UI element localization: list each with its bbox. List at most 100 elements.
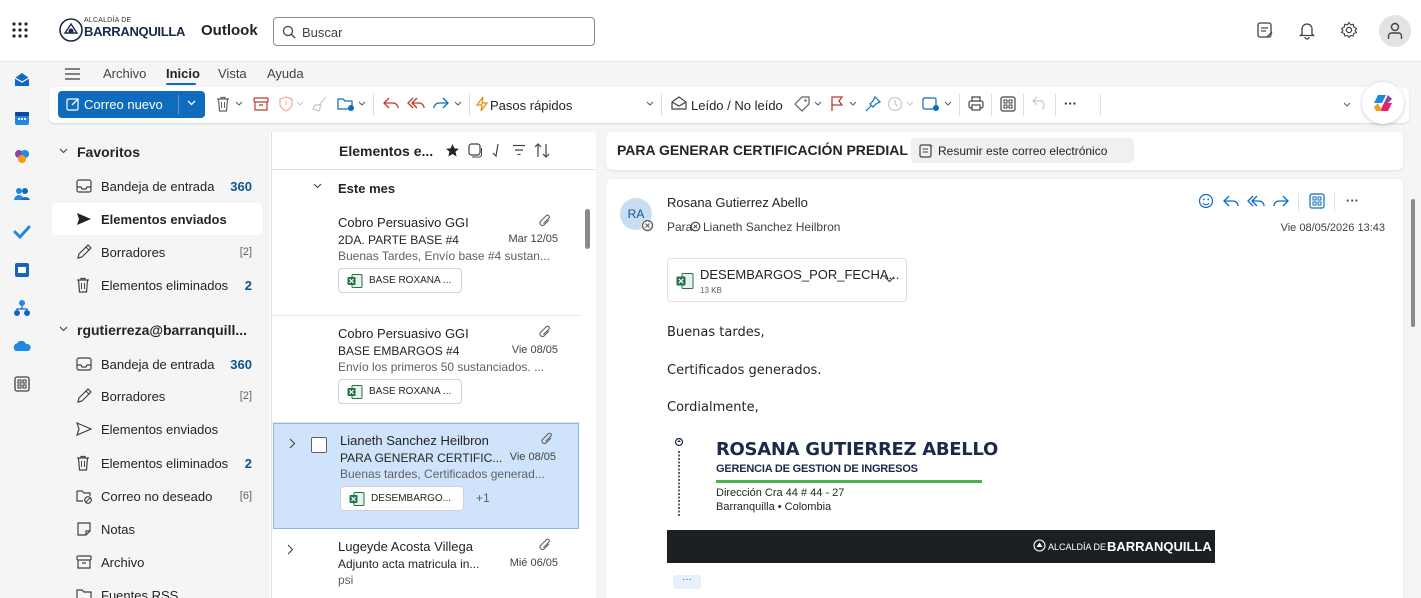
reading-scrollbar-thumb[interactable] [1411,199,1415,327]
folder-favorites-inbox[interactable]: Bandeja de entrada 360 [52,170,262,202]
message-subject: PARA GENERAR CERTIFIC... [340,451,503,465]
menu-archivo[interactable]: Archivo [103,66,146,81]
folder-notes[interactable]: Notas [52,513,262,545]
rules-icon[interactable] [922,96,940,112]
chevron-down-icon[interactable] [187,100,196,106]
search-box[interactable] [273,17,595,46]
bell-icon[interactable] [1297,20,1317,40]
settings-gear-icon[interactable] [1339,20,1359,40]
show-trimmed-button[interactable]: ··· [673,575,701,589]
word-app-icon[interactable] [12,260,32,280]
filter-icon[interactable] [512,144,526,156]
more-attachments-count[interactable]: +1 [476,491,490,505]
hamburger-icon[interactable] [65,68,80,80]
chevron-down-icon[interactable] [884,276,895,283]
new-mail-button[interactable]: Correo nuevo [58,91,205,118]
chevron-down-icon[interactable] [944,101,952,107]
reply-all-icon[interactable] [407,96,425,110]
chevron-down-icon[interactable] [1343,102,1351,108]
folder-deleted[interactable]: Elementos eliminados 2 [52,447,262,479]
attachment-chip[interactable]: BASE ROXANA ... [338,268,462,293]
app-name[interactable]: Outlook [201,22,258,39]
attachment-chip[interactable]: DESEMBARGO... [340,486,464,511]
folder-favorites-sent[interactable]: Elementos enviados [52,203,262,235]
menu-inicio[interactable]: Inicio [166,66,200,81]
archive-icon[interactable] [253,96,269,112]
reply-all-icon[interactable] [1247,194,1265,208]
chevron-down-icon[interactable] [814,101,822,107]
search-input[interactable] [302,22,582,42]
folder-drafts[interactable]: Borradores [2] [52,380,262,412]
chevron-right-icon[interactable] [287,544,294,555]
emoji-react-icon[interactable] [1198,193,1214,209]
summarize-button[interactable]: Resumir este correo electrónico [911,138,1134,163]
select-mode-icon[interactable] [468,143,482,158]
onedrive-app-icon[interactable] [12,336,32,356]
message-checkbox[interactable] [311,437,327,453]
message-item[interactable]: Lugeyde Acosta Villega Adjunto acta matr… [272,530,580,598]
attachment-chip[interactable]: BASE ROXANA ... [338,379,462,404]
delete-icon[interactable] [216,96,230,112]
calendar-app-icon[interactable] [12,108,32,128]
message-item[interactable]: Cobro Persuasivo GGI 2DA. PARTE BASE #4 … [272,206,580,316]
quick-steps-button[interactable]: Pasos rápidos [490,98,572,113]
folder-inbox[interactable]: Bandeja de entrada 360 [52,348,262,380]
org-app-icon[interactable] [12,298,32,318]
pin-icon[interactable] [865,96,881,112]
folder-favorites-drafts[interactable]: Borradores [2] [52,236,262,268]
chevron-down-icon[interactable] [454,101,462,107]
more-options-button[interactable]: ··· [1064,96,1077,111]
chevron-down-icon[interactable] [646,101,654,107]
lightning-icon[interactable] [476,96,488,112]
folder-sent[interactable]: Elementos enviados [52,413,262,445]
folder-archive[interactable]: Archivo [52,546,262,578]
menu-ayuda[interactable]: Ayuda [267,66,304,81]
apps-icon[interactable] [1309,193,1325,209]
tag-icon[interactable] [794,96,810,112]
copilot-app-icon[interactable] [12,146,32,166]
star-icon[interactable] [445,143,460,158]
chevron-down-icon[interactable] [849,101,857,107]
folder-rss[interactable]: Fuentes RSS [52,579,262,598]
mail-app-icon[interactable] [12,70,32,90]
reading-scrollbar[interactable] [1408,179,1420,598]
active-tab-indicator [166,83,196,85]
app-launcher-icon[interactable] [10,20,30,40]
chevron-down-icon[interactable] [358,101,366,107]
message-item[interactable]: Cobro Persuasivo GGI BASE EMBARGOS #4 Vi… [272,317,580,423]
menu-vista[interactable]: Vista [218,66,247,81]
more-actions-button[interactable]: ··· [1346,193,1359,208]
copilot-button[interactable] [1362,82,1404,124]
apps-icon[interactable] [1000,96,1016,112]
recipient-name[interactable]: Lianeth Sanchez Heilbron [703,220,840,234]
jump-to-icon[interactable] [491,143,503,158]
envelope-open-icon[interactable] [671,96,687,110]
list-scrollbar-thumb[interactable] [585,209,590,249]
signature-address: Dirección Cra 44 # 44 - 27 [716,487,845,499]
sort-icon[interactable] [534,143,550,158]
folder-junk[interactable]: Correo no deseado [6] [52,480,262,512]
read-unread-button[interactable]: Leído / No leído [691,98,783,113]
list-scrollbar[interactable] [581,174,595,598]
list-title[interactable]: Elementos e... [339,143,433,159]
forward-icon[interactable] [433,96,449,110]
message-sender: Cobro Persuasivo GGI [338,215,469,230]
account-avatar[interactable] [1379,15,1411,47]
chevron-down-icon[interactable] [235,101,243,107]
message-item-selected[interactable]: Lianeth Sanchez Heilbron PARA GENERAR CE… [273,423,579,529]
people-app-icon[interactable] [12,184,32,204]
my-day-icon[interactable] [1255,20,1275,40]
todo-app-icon[interactable] [12,222,32,242]
sender-name[interactable]: Rosana Gutierrez Abello [667,195,808,210]
group-header-this-month[interactable]: Este mes [272,174,595,202]
print-icon[interactable] [968,96,984,112]
reply-icon[interactable] [383,96,399,110]
flag-icon[interactable] [830,96,844,112]
email-attachment[interactable]: DESEMBARGOS_POR_FECHA... 13 KB [667,258,907,302]
move-to-icon[interactable] [337,96,355,112]
forward-icon[interactable] [1273,194,1289,208]
folder-favorites-deleted[interactable]: Elementos eliminados 2 [52,269,262,301]
chevron-right-icon[interactable] [289,438,296,449]
reply-icon[interactable] [1223,194,1239,208]
more-apps-icon[interactable] [12,374,32,394]
